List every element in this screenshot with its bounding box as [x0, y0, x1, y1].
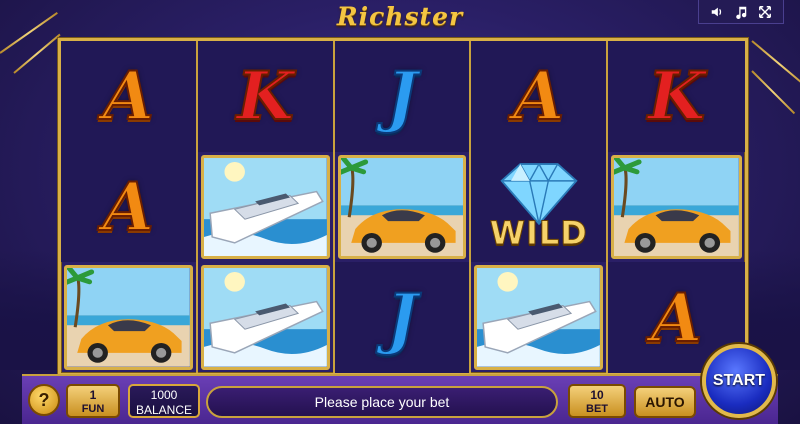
- music-note-icon[interactable]: [733, 4, 749, 20]
- reel-symbol-yacht: [198, 262, 335, 373]
- car-icon: [611, 154, 742, 260]
- reel-symbol-car: [608, 152, 745, 263]
- fun-value: 1: [89, 388, 97, 402]
- speaker-icon[interactable]: [709, 4, 725, 20]
- car-icon: [337, 154, 467, 260]
- symbol-letter: J: [385, 278, 418, 357]
- symbol-letter: A: [650, 278, 703, 357]
- system-controls: [698, 0, 784, 24]
- reel-symbol-a: A: [471, 41, 609, 152]
- reel-grid: A K J A K A WILD J A: [61, 41, 745, 373]
- symbol-letter: A: [102, 167, 155, 246]
- symbol-letter: K: [647, 57, 706, 136]
- reel-symbol-k: K: [608, 41, 745, 152]
- yacht-icon: [200, 265, 330, 370]
- fun-box[interactable]: 1 FUN: [66, 384, 120, 418]
- fullscreen-icon[interactable]: [757, 4, 773, 20]
- top-bar: Richster: [0, 0, 800, 31]
- symbol-letter: K: [235, 57, 294, 136]
- reel-symbol-car: [61, 262, 198, 373]
- reel-symbol-j: J: [334, 262, 472, 373]
- yacht-icon: [474, 265, 604, 370]
- help-button[interactable]: ?: [28, 384, 60, 416]
- symbol-letter: A: [102, 57, 155, 136]
- start-button[interactable]: START: [702, 344, 776, 418]
- reel-symbol-yacht: [198, 151, 335, 263]
- wild-label: WILD: [489, 214, 588, 253]
- balance-box: 1000 BALANCE: [128, 384, 200, 418]
- reel-symbol-j: J: [334, 41, 472, 152]
- reel-symbol-car: [335, 151, 472, 263]
- balance-label: BALANCE: [135, 403, 193, 417]
- fun-label: FUN: [81, 403, 105, 415]
- game-logo: Richster: [336, 2, 464, 31]
- symbol-letter: J: [385, 57, 418, 136]
- symbol-letter: A: [512, 57, 565, 136]
- reel-symbol-yacht: [471, 262, 609, 373]
- bet-box[interactable]: 10 BET: [568, 384, 626, 418]
- car-icon: [64, 265, 193, 370]
- bet-value: 10: [590, 388, 604, 402]
- reel-symbol-a: A: [61, 151, 198, 263]
- status-message: Please place your bet: [206, 386, 558, 418]
- reel-symbol-wild: WILD: [471, 151, 609, 263]
- auto-button[interactable]: AUTO: [634, 386, 696, 418]
- yacht-icon: [200, 154, 330, 260]
- balance-value: 1000: [150, 388, 178, 402]
- reel-symbol-k: K: [197, 41, 335, 152]
- reels-frame: A K J A K A WILD J A: [58, 38, 748, 376]
- reel-symbol-a: A: [61, 41, 198, 152]
- bet-label: BET: [586, 403, 608, 415]
